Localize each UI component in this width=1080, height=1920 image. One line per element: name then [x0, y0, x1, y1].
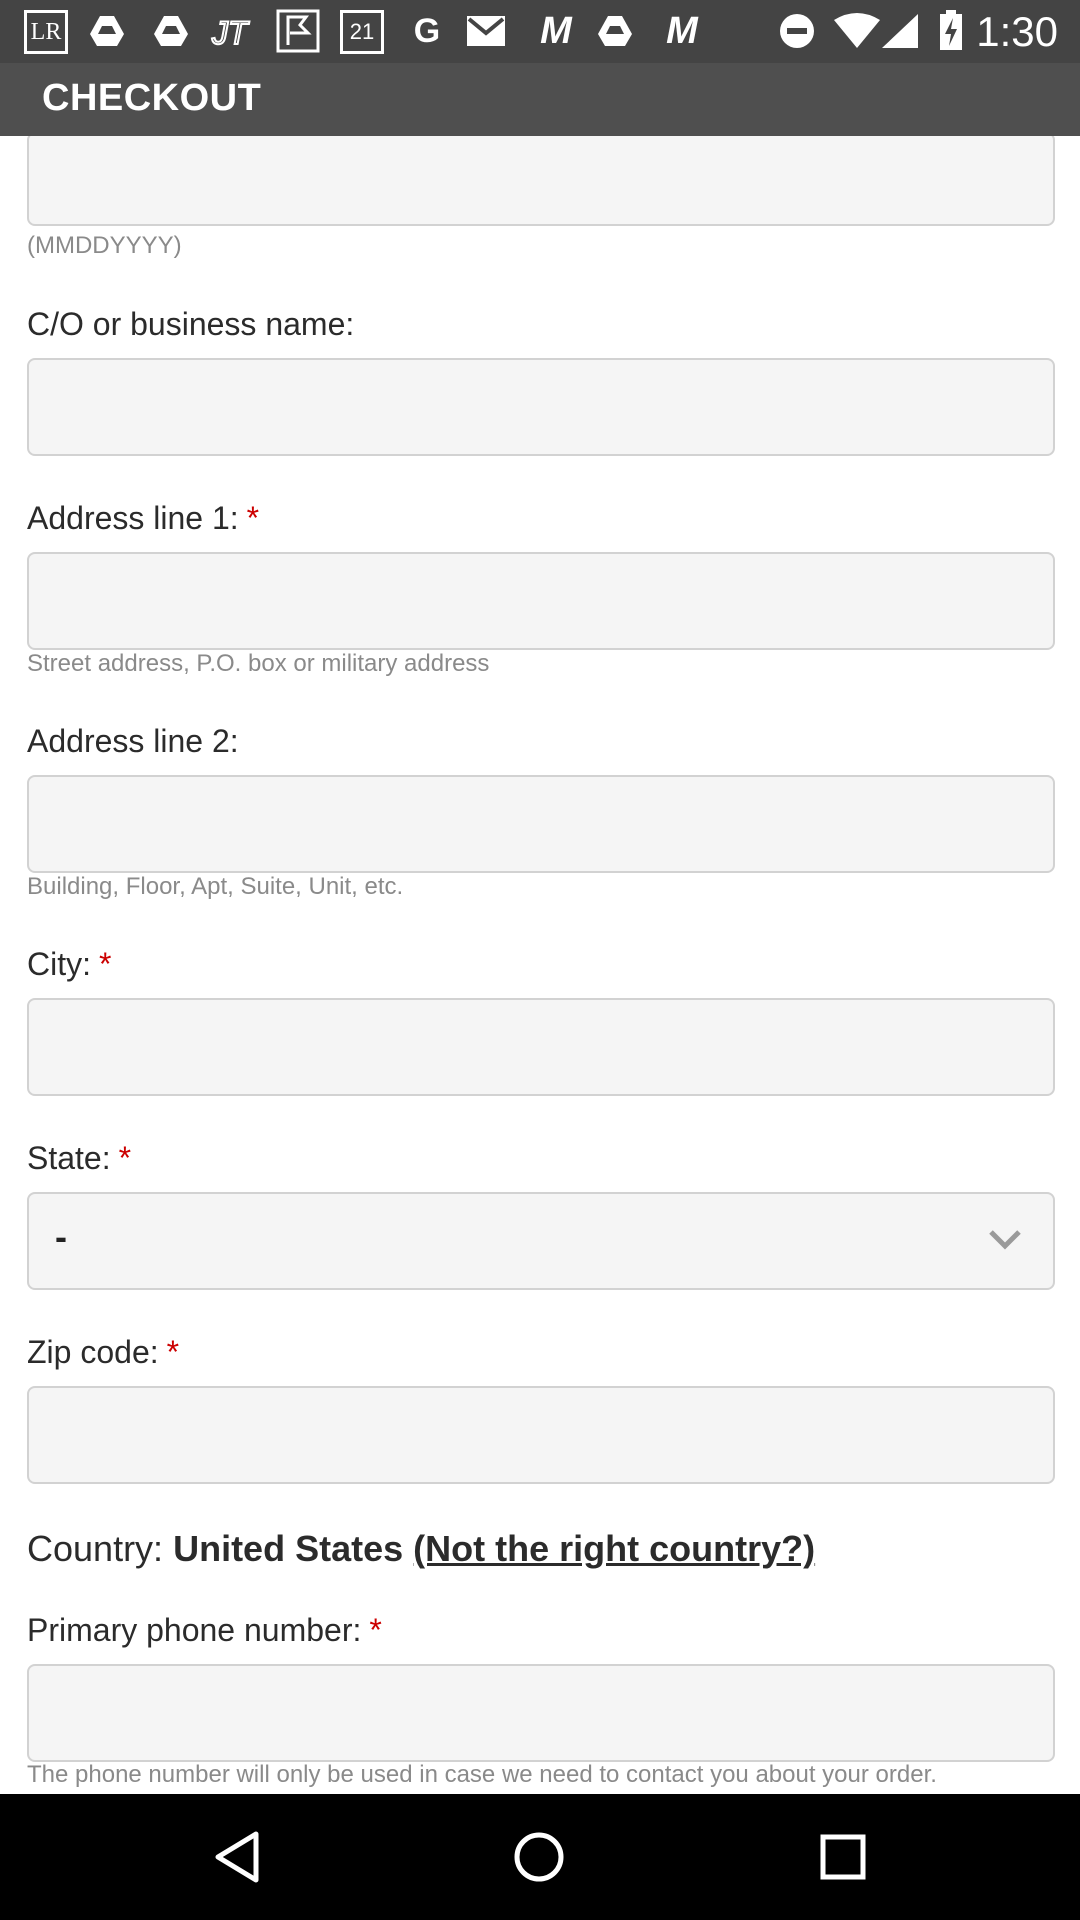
- address-line-1-label-text: Address line 1:: [27, 500, 239, 536]
- battery-charging-icon: [938, 10, 964, 50]
- m-app-icon: M: [666, 9, 698, 52]
- home-button[interactable]: [506, 1824, 572, 1890]
- date-of-birth-input[interactable]: [27, 136, 1055, 226]
- back-button[interactable]: [204, 1824, 270, 1890]
- required-marker: *: [246, 500, 260, 536]
- app-bar: CHECKOUT: [0, 63, 1080, 136]
- required-marker: *: [118, 1140, 132, 1176]
- zip-code-label: Zip code: *: [27, 1334, 179, 1371]
- jt-app-icon: JT: [210, 12, 262, 50]
- required-marker: *: [166, 1334, 180, 1370]
- page-title: CHECKOUT: [42, 77, 262, 119]
- zip-code-label-text: Zip code:: [27, 1334, 159, 1370]
- recents-button[interactable]: [810, 1824, 876, 1890]
- flag-app-icon: [276, 9, 320, 53]
- home-circle-icon: [514, 1832, 564, 1882]
- back-triangle-icon: [215, 1831, 259, 1883]
- primary-phone-label: Primary phone number: *: [27, 1612, 382, 1649]
- cell-signal-icon: [880, 12, 920, 50]
- state-label: State: *: [27, 1140, 131, 1177]
- lr-app-icon: LR: [24, 10, 68, 54]
- primary-phone-label-text: Primary phone number:: [27, 1612, 362, 1648]
- co-business-name-label: C/O or business name:: [27, 306, 355, 342]
- do-not-disturb-icon: [778, 12, 816, 50]
- state-select[interactable]: -: [27, 1192, 1055, 1290]
- forever21-app-icon: 21: [340, 10, 384, 54]
- zip-code-input[interactable]: [27, 1386, 1055, 1484]
- address-line-1-hint: Street address, P.O. box or military add…: [27, 650, 490, 677]
- state-label-text: State:: [27, 1140, 111, 1176]
- navigation-bar: [0, 1794, 1080, 1920]
- address-line-1-input[interactable]: [27, 552, 1055, 650]
- country-row: Country: United States (Not the right co…: [27, 1528, 815, 1570]
- drive-icon: [88, 12, 126, 50]
- drive-icon: [596, 12, 634, 50]
- chevron-down-icon: [989, 1230, 1021, 1250]
- city-input[interactable]: [27, 998, 1055, 1096]
- country-value: United States: [173, 1528, 404, 1569]
- city-label-text: City:: [27, 946, 91, 982]
- svg-text:JT: JT: [211, 15, 250, 48]
- city-label: City: *: [27, 946, 111, 983]
- checkout-form: (MMDDYYYY) C/O or business name: Address…: [0, 136, 1080, 1794]
- address-line-2-input[interactable]: [27, 775, 1055, 873]
- primary-phone-hint: The phone number will only be used in ca…: [27, 1761, 937, 1788]
- status-bar: LR JT 21 G M M 1:30: [0, 0, 1080, 63]
- google-icon: G: [413, 11, 441, 50]
- recents-square-icon: [820, 1834, 866, 1880]
- gmail-icon: [466, 12, 506, 50]
- wifi-icon: [832, 12, 882, 50]
- co-business-name-input[interactable]: [27, 358, 1055, 456]
- address-line-2-label: Address line 2:: [27, 723, 239, 759]
- clock: 1:30: [976, 8, 1058, 55]
- state-select-value: -: [55, 1216, 67, 1257]
- address-line-2-hint: Building, Floor, Apt, Suite, Unit, etc.: [27, 873, 404, 900]
- primary-phone-input[interactable]: [27, 1664, 1055, 1762]
- drive-icon: [152, 12, 190, 50]
- change-country-link[interactable]: (Not the right country?): [413, 1528, 815, 1569]
- date-of-birth-hint: (MMDDYYYY): [27, 232, 182, 259]
- m-app-icon: M: [540, 9, 572, 52]
- country-label: Country:: [27, 1528, 164, 1569]
- required-marker: *: [369, 1612, 382, 1648]
- required-marker: *: [99, 946, 112, 982]
- address-line-1-label: Address line 1: *: [27, 500, 259, 537]
